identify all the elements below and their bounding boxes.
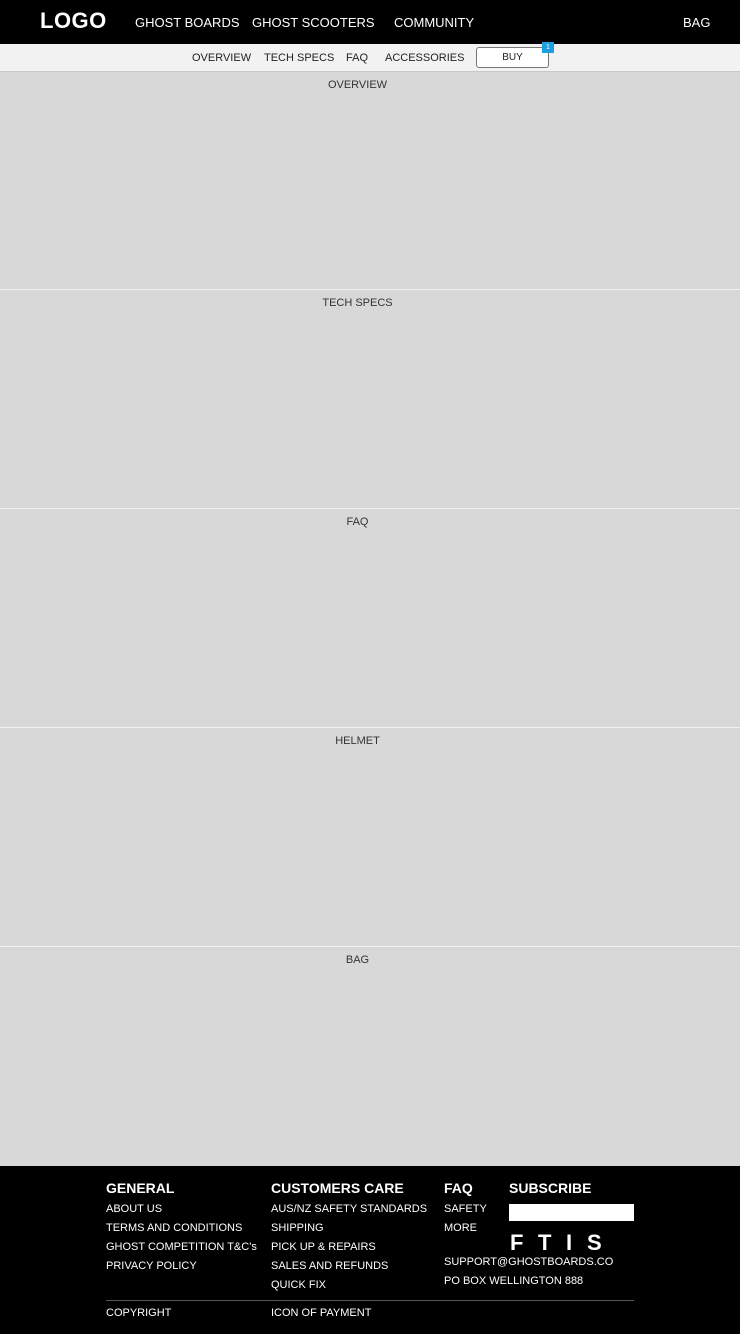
section-faq: FAQ [0, 509, 740, 728]
section-title: BAG [345, 954, 370, 966]
snapchat-icon[interactable]: S [587, 1230, 602, 1256]
buy-button[interactable]: BUY [476, 47, 549, 68]
footer-subscribe-heading: SUBSCRIBE [509, 1180, 592, 1196]
nav-bag[interactable]: BAG [683, 15, 710, 30]
footer-divider [106, 1300, 634, 1301]
cart-count-badge: 1 [542, 42, 554, 53]
footer-link-competition-terms[interactable]: GHOST COMPETITION T&C's [106, 1241, 257, 1253]
section-title: HELMET [335, 735, 380, 747]
section-overview: OVERVIEW [0, 72, 740, 290]
section-bag: BAG [0, 947, 740, 1165]
footer-link-shipping[interactable]: SHIPPING [271, 1222, 324, 1234]
top-navigation-bar: LOGO GHOST BOARDS GHOST SCOOTERS COMMUNI… [0, 0, 740, 44]
subnav-accessories[interactable]: ACCESSORIES [385, 52, 464, 64]
instagram-icon[interactable]: I [566, 1230, 572, 1256]
postal-address: PO BOX WELLINGTON 888 [444, 1275, 584, 1287]
footer-link-pickup-repairs[interactable]: PICK UP & REPAIRS [271, 1241, 376, 1253]
payment-icons: ICON OF PAYMENT [271, 1307, 372, 1319]
logo[interactable]: LOGO [40, 8, 107, 34]
section-title: FAQ [346, 516, 369, 528]
twitter-icon[interactable]: T [538, 1230, 551, 1256]
footer-link-sales-refunds[interactable]: SALES AND REFUNDS [271, 1260, 388, 1272]
subnav-tech-specs[interactable]: TECH SPECS [264, 52, 334, 64]
footer-care-heading: CUSTOMERS CARE [271, 1180, 404, 1196]
section-title: OVERVIEW [327, 79, 388, 91]
footer-link-quick-fix[interactable]: QUICK FIX [271, 1279, 326, 1291]
subnav-faq[interactable]: FAQ [346, 52, 368, 64]
subscribe-email-input[interactable] [509, 1204, 634, 1221]
support-email[interactable]: SUPPORT@GHOSTBOARDS.CO [444, 1256, 613, 1268]
facebook-icon[interactable]: F [510, 1230, 523, 1256]
section-title: TECH SPECS [322, 297, 393, 309]
section-helmet: HELMET [0, 728, 740, 947]
footer-link-safety[interactable]: SAFETY [444, 1203, 487, 1215]
footer-general-heading: GENERAL [106, 1180, 175, 1196]
copyright-text: COPYRIGHT [106, 1307, 172, 1319]
footer-link-about-us[interactable]: ABOUT US [106, 1203, 162, 1215]
nav-ghost-boards[interactable]: GHOST BOARDS [135, 15, 240, 30]
nav-ghost-scooters[interactable]: GHOST SCOOTERS [252, 15, 375, 30]
footer-link-safety-standards[interactable]: AUS/NZ SAFETY STANDARDS [271, 1203, 427, 1215]
footer-link-terms[interactable]: TERMS AND CONDITIONS [106, 1222, 242, 1234]
product-subnav: OVERVIEW TECH SPECS FAQ ACCESSORIES BUY [0, 44, 740, 72]
section-tech-specs: TECH SPECS [0, 290, 740, 509]
subnav-overview[interactable]: OVERVIEW [192, 52, 251, 64]
footer-link-privacy-policy[interactable]: PRIVACY POLICY [106, 1260, 197, 1272]
footer-faq-heading: FAQ [444, 1180, 473, 1196]
footer: GENERAL ABOUT US TERMS AND CONDITIONS GH… [0, 1166, 740, 1334]
footer-link-more[interactable]: MORE [444, 1222, 477, 1234]
nav-community[interactable]: COMMUNITY [394, 15, 474, 30]
